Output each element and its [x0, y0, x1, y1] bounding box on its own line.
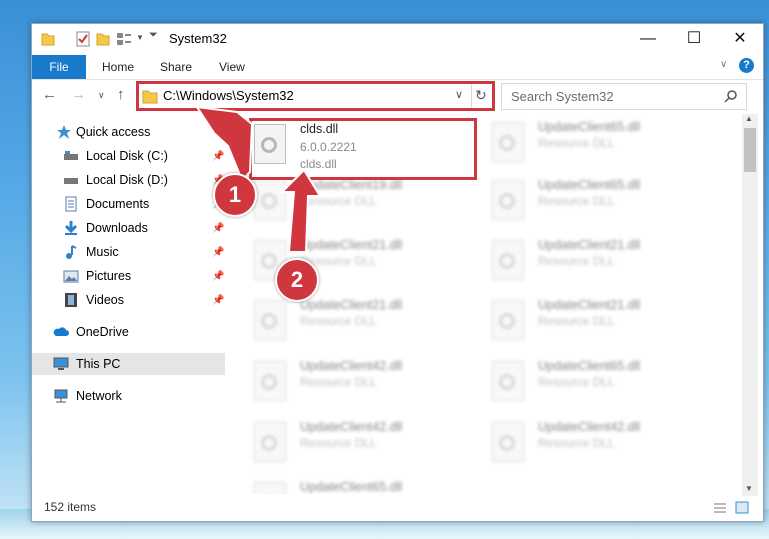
callout-arrows	[194, 105, 322, 253]
callout-badge-2: 2	[275, 258, 319, 302]
arrow-to-address-bar	[194, 105, 254, 182]
callout-badge-1: 1	[213, 173, 257, 217]
file-explorer-window: ▼ ⏷ System32 — ☐ ✕ File Home Share View …	[31, 23, 764, 522]
arrow-to-file	[279, 168, 322, 253]
